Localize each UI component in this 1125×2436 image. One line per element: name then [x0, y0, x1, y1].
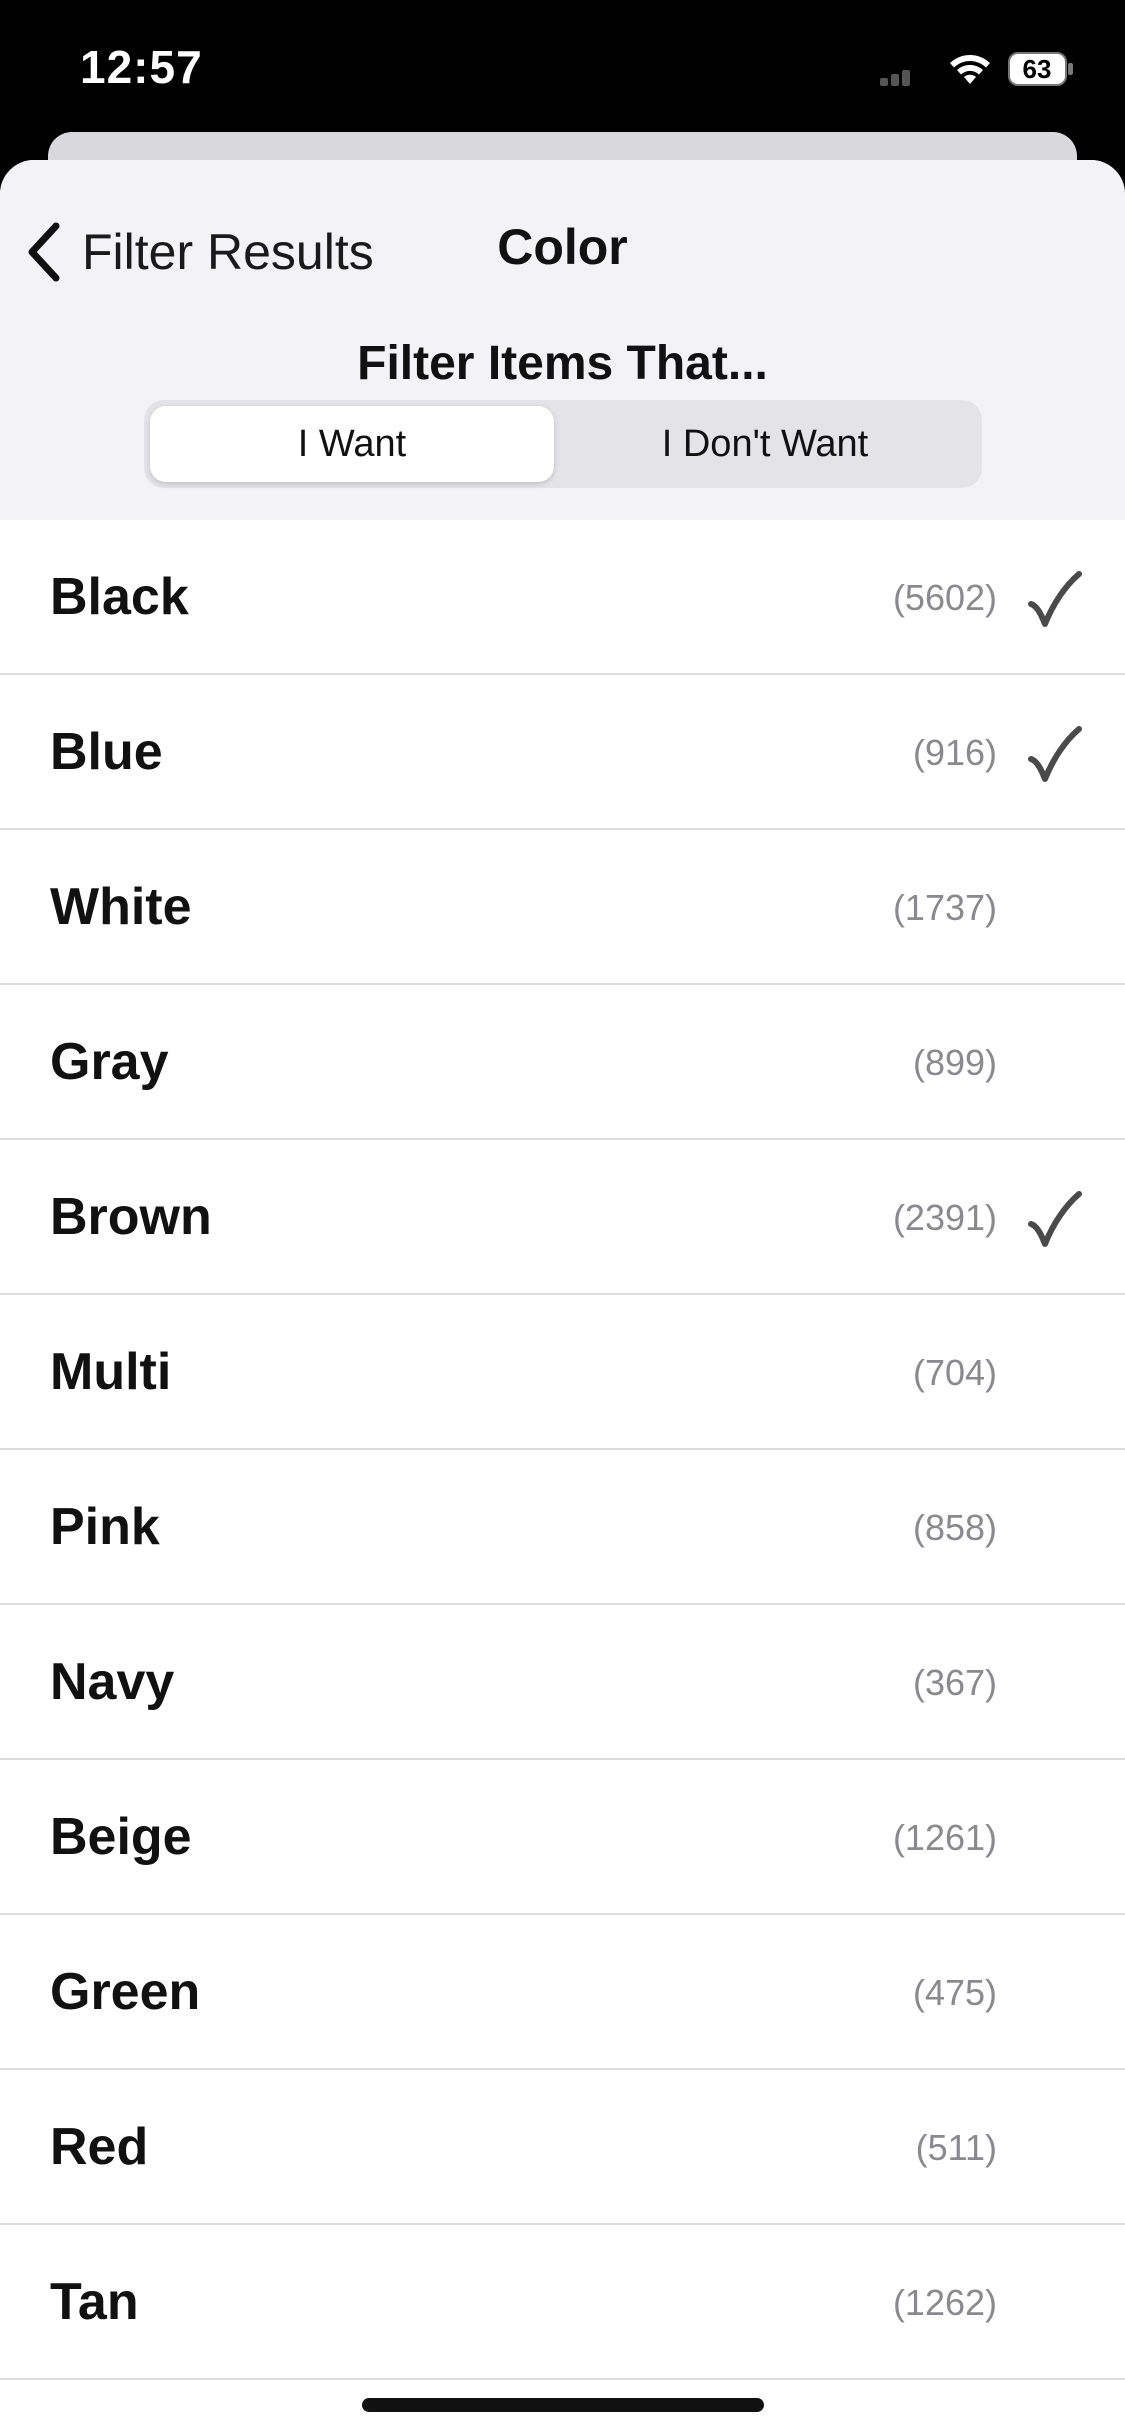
color-name: Pink	[50, 1498, 160, 1556]
color-list: Black (5602) Blue (916) White (1737) Gray (899)…	[0, 520, 1125, 2380]
color-count: (704)	[912, 1352, 997, 1393]
color-name: Multi	[50, 1343, 172, 1401]
segment-i-dont-want[interactable]: I Don't Want	[554, 406, 976, 482]
status-bar: 12:57 63	[0, 0, 1125, 140]
color-count: (367)	[912, 1662, 997, 1703]
color-row-black[interactable]: Black (5602)	[0, 520, 1125, 675]
color-name: Blue	[50, 723, 163, 781]
color-name: Navy	[50, 1653, 175, 1711]
checkmark-icon	[1028, 1191, 1082, 1247]
filter-mode-segmented-control: I Want I Don't Want	[144, 400, 982, 488]
color-row-navy[interactable]: Navy (367)	[0, 1605, 1125, 1760]
filter-mode-heading: Filter Items That...	[357, 337, 768, 390]
color-count: (899)	[912, 1042, 997, 1083]
color-name: Tan	[50, 2273, 139, 2331]
battery-icon: 63	[1008, 52, 1074, 86]
color-count: (5602)	[892, 577, 997, 618]
color-name: White	[50, 878, 192, 936]
segment-i-want[interactable]: I Want	[150, 406, 554, 482]
color-row-blue[interactable]: Blue (916)	[0, 675, 1125, 830]
color-name: Beige	[50, 1808, 192, 1866]
color-count: (2391)	[892, 1197, 997, 1238]
color-row-red[interactable]: Red (511)	[0, 2070, 1125, 2225]
color-name: Red	[50, 2118, 149, 2176]
color-row-brown[interactable]: Brown (2391)	[0, 1140, 1125, 1295]
checkmark-icon	[1028, 726, 1082, 782]
color-name: Black	[50, 568, 189, 626]
cellular-signal-icon	[880, 68, 910, 86]
color-name: Brown	[50, 1188, 212, 1246]
color-name: Gray	[50, 1033, 169, 1091]
color-row-pink[interactable]: Pink (858)	[0, 1450, 1125, 1605]
app-screen: 12:57 63 Filter Results Color Filter Ite…	[0, 0, 1125, 2436]
color-row-gray[interactable]: Gray (899)	[0, 985, 1125, 1140]
sheet-header: Filter Results Color Filter Items That..…	[0, 160, 1125, 520]
color-count: (475)	[912, 1972, 997, 2013]
color-count: (1261)	[892, 1817, 997, 1858]
color-name: Green	[50, 1963, 201, 2021]
color-row-tan[interactable]: Tan (1262)	[0, 2225, 1125, 2380]
wifi-icon	[950, 55, 990, 84]
color-count: (1262)	[892, 2282, 997, 2323]
battery-level: 63	[1022, 54, 1052, 84]
page-title: Color	[497, 219, 628, 275]
color-count: (1737)	[892, 887, 997, 928]
color-row-beige[interactable]: Beige (1261)	[0, 1760, 1125, 1915]
color-row-green[interactable]: Green (475)	[0, 1915, 1125, 2070]
checkmark-icon	[1028, 571, 1082, 627]
status-time: 12:57	[80, 41, 203, 93]
home-indicator	[362, 2398, 764, 2412]
color-row-multi[interactable]: Multi (704)	[0, 1295, 1125, 1450]
color-count: (858)	[912, 1507, 997, 1548]
filter-sheet: Filter Results Color Filter Items That..…	[0, 160, 1125, 2436]
color-count: (916)	[912, 732, 997, 773]
color-count: (511)	[915, 2127, 997, 2168]
color-row-white[interactable]: White (1737)	[0, 830, 1125, 985]
